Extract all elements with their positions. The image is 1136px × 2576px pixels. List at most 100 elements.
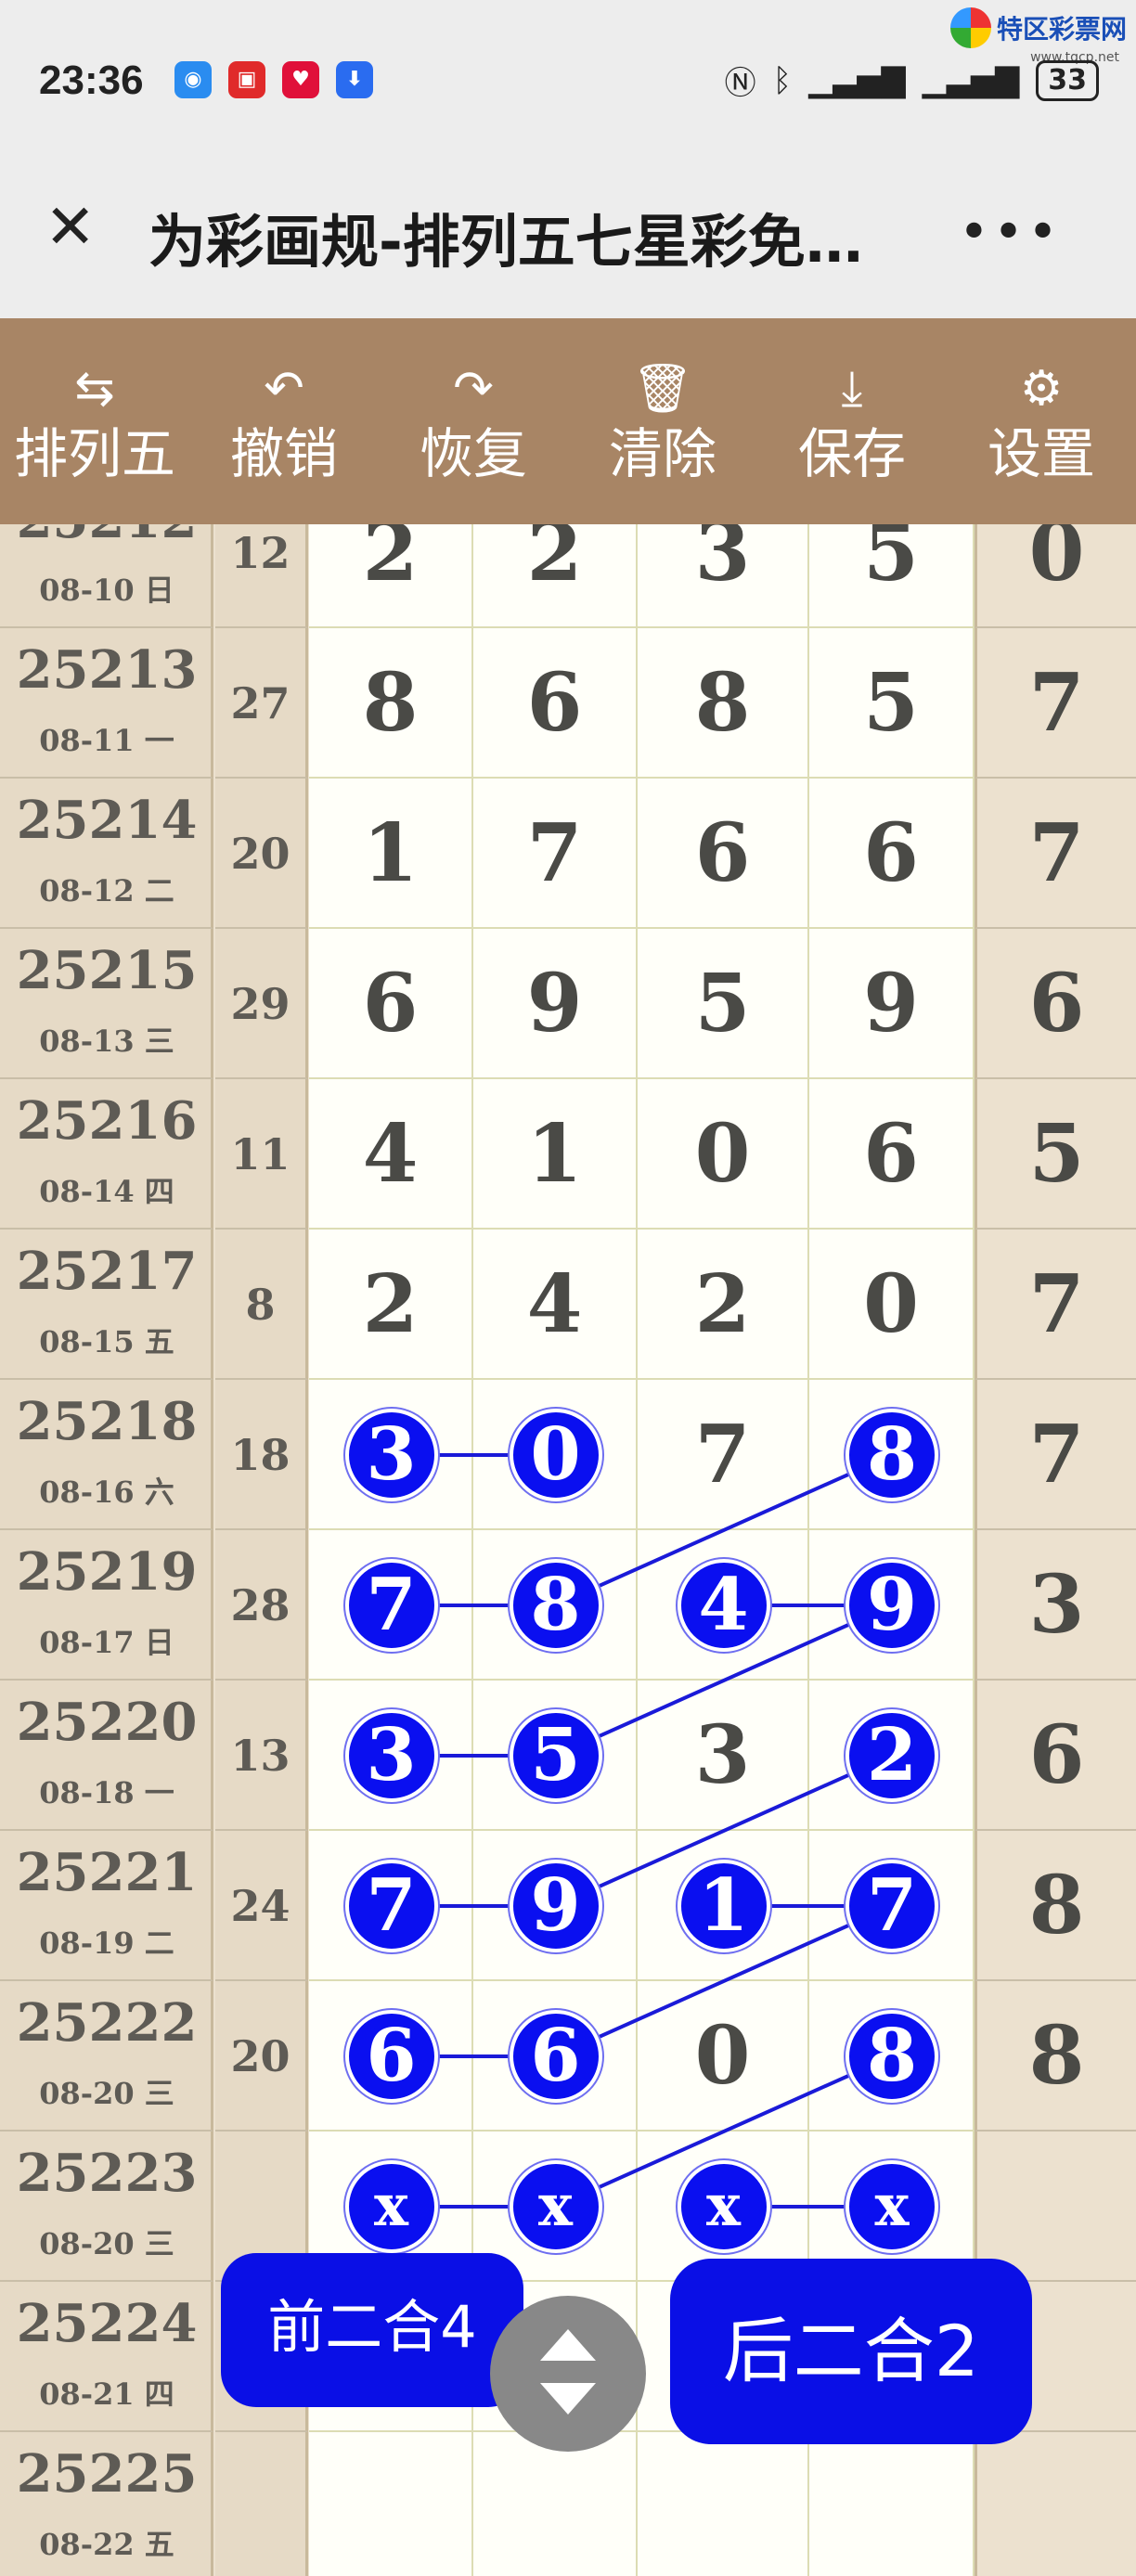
selected-digit-ball[interactable]: 6	[344, 2010, 438, 2103]
selected-digit-ball[interactable]: 8	[846, 2010, 938, 2103]
digit-cell[interactable]: 9	[809, 1530, 975, 1681]
close-icon[interactable]: ✕	[45, 197, 96, 258]
toolbar-label: 恢复	[419, 422, 527, 485]
digit-cell[interactable]: 6	[309, 1981, 473, 2132]
selected-digit-ball[interactable]: 7	[344, 1559, 438, 1652]
digit-cell[interactable]: 6	[638, 779, 809, 929]
toolbar-label: 排列五	[13, 422, 175, 485]
sum-cell: 11	[215, 1079, 308, 1230]
digit-cell[interactable]: 2	[473, 524, 638, 628]
status-indicators: Ⓝ ᛒ ▁▃▅▇ ▁▃▅▇ 33	[725, 58, 1099, 103]
selected-digit-ball[interactable]: 2	[846, 1709, 938, 1802]
digit-cell[interactable]: 0	[638, 1079, 809, 1230]
digit-cell[interactable]: 7	[473, 779, 638, 929]
digit-cell[interactable]: 4	[309, 1079, 473, 1230]
digit-cell[interactable]: 3	[638, 1681, 809, 1831]
table-row: 25214 08-12 二 20 1 7 6 6 7	[0, 779, 1136, 929]
front-two-sum-button[interactable]: 前二合4	[221, 2253, 523, 2407]
digit-cell[interactable]: 1	[309, 779, 473, 929]
digit-cell[interactable]: 8	[809, 1981, 975, 2132]
scroll-toggle-button[interactable]	[490, 2296, 646, 2452]
signal-2-icon: ▁▃▅▇	[922, 61, 1020, 99]
selected-digit-ball[interactable]: 7	[846, 1860, 938, 1952]
digit-cell[interactable]: 4	[638, 1530, 809, 1681]
issue-number: 25225	[16, 2443, 198, 2505]
selected-digit-ball[interactable]: x	[344, 2160, 438, 2253]
selected-digit-ball[interactable]: 5	[509, 1709, 602, 1802]
digit-cell[interactable]: 6	[809, 779, 975, 929]
digit-cell[interactable]: 7	[309, 1831, 473, 1981]
digit-cell[interactable]: 2	[309, 1230, 473, 1380]
digit-cell[interactable]: 8	[638, 628, 809, 779]
more-icon[interactable]: •••	[959, 202, 1062, 263]
issue-cell: 25217 08-15 五	[0, 1230, 213, 1380]
digit-cell[interactable]: 7	[309, 1530, 473, 1681]
digit-cell[interactable]	[309, 2432, 473, 2576]
selected-digit-ball[interactable]: x	[846, 2160, 938, 2253]
digit-cell[interactable]: 3	[638, 524, 809, 628]
digit-cell[interactable]	[809, 2432, 975, 2576]
selected-digit-ball[interactable]: 8	[509, 1559, 602, 1652]
digit-cell[interactable]: 7	[638, 1380, 809, 1530]
digit-cell[interactable]: 0	[809, 1230, 975, 1380]
digit-cell[interactable]: 5	[473, 1681, 638, 1831]
digit-cell[interactable]: 9	[809, 929, 975, 1079]
digit-cell[interactable]: 1	[638, 1831, 809, 1981]
selected-digit-ball[interactable]: 7	[344, 1860, 438, 1952]
digit-cell[interactable]: 0	[473, 1380, 638, 1530]
selected-digit-ball[interactable]: 3	[344, 1709, 438, 1802]
site-logo: 特区彩票网	[949, 7, 1127, 48]
digit-cell[interactable]	[473, 2432, 638, 2576]
issue-number: 25212	[0, 524, 213, 550]
selected-digit-ball[interactable]: 0	[509, 1409, 602, 1501]
settings-button[interactable]: ⚙ 设置	[947, 318, 1136, 524]
digit-cell[interactable]	[638, 2432, 809, 2576]
sum-cell	[215, 2432, 308, 2576]
digit-cell[interactable]: 9	[473, 929, 638, 1079]
issue-date: 08-16 六	[39, 1475, 174, 1510]
selected-digit-ball[interactable]: 9	[509, 1860, 602, 1952]
back-two-sum-button[interactable]: 后二合2	[670, 2259, 1032, 2444]
digit-cell[interactable]: 5	[809, 628, 975, 779]
issue-date: 08-22 五	[39, 2527, 174, 2562]
digit-cell[interactable]: 1	[473, 1079, 638, 1230]
issue-number: 25217	[16, 1241, 198, 1302]
selected-digit-ball[interactable]: 9	[846, 1559, 938, 1652]
selected-digit-ball[interactable]: 8	[846, 1409, 938, 1501]
toolbar-label: 保存	[797, 422, 906, 485]
digit-cell[interactable]: 6	[309, 929, 473, 1079]
digit-cell[interactable]: 3	[309, 1681, 473, 1831]
digit-cell[interactable]: 6	[473, 628, 638, 779]
digit-cell[interactable]: 4	[473, 1230, 638, 1380]
digit-cell[interactable]: 8	[309, 628, 473, 779]
save-button[interactable]: ⤓ 保存	[757, 318, 947, 524]
digit-cell[interactable]: 2	[638, 1230, 809, 1380]
digit-cell[interactable]: 2	[309, 524, 473, 628]
digit-cell[interactable]: 8	[809, 1380, 975, 1530]
selected-digit-ball[interactable]: 3	[344, 1409, 438, 1501]
toolbar: ⇆ 排列五 ↶ 撤销 ↷ 恢复 🗑 清除 ⤓ 保存 ⚙ 设置	[0, 318, 1136, 524]
last-digit-cell: 7	[975, 1230, 1136, 1380]
digit-cell[interactable]: 5	[809, 524, 975, 628]
swap-icon: ⇆	[74, 361, 115, 417]
digit-cell[interactable]: 7	[809, 1831, 975, 1981]
undo-button[interactable]: ↶ 撤销	[189, 318, 379, 524]
digit-cell[interactable]: 6	[473, 1981, 638, 2132]
selected-digit-ball[interactable]: x	[677, 2160, 770, 2253]
issue-cell: 25224 08-21 四	[0, 2282, 213, 2432]
redo-button[interactable]: ↷ 恢复	[379, 318, 568, 524]
digit-cell[interactable]: 5	[638, 929, 809, 1079]
digit-cell[interactable]: 9	[473, 1831, 638, 1981]
digit-cell[interactable]: 0	[638, 1981, 809, 2132]
digit-cell[interactable]: 2	[809, 1681, 975, 1831]
selected-digit-ball[interactable]: x	[509, 2160, 602, 2253]
selected-digit-ball[interactable]: 1	[677, 1860, 770, 1952]
digit-cell[interactable]: 3	[309, 1380, 473, 1530]
issue-number: 25218	[16, 1391, 198, 1452]
selected-digit-ball[interactable]: 6	[509, 2010, 602, 2103]
clear-button[interactable]: 🗑 清除	[568, 318, 757, 524]
digit-cell[interactable]: 6	[809, 1079, 975, 1230]
selected-digit-ball[interactable]: 4	[677, 1559, 770, 1652]
digit-cell[interactable]: 8	[473, 1530, 638, 1681]
switch-game-button[interactable]: ⇆ 排列五	[0, 318, 189, 524]
